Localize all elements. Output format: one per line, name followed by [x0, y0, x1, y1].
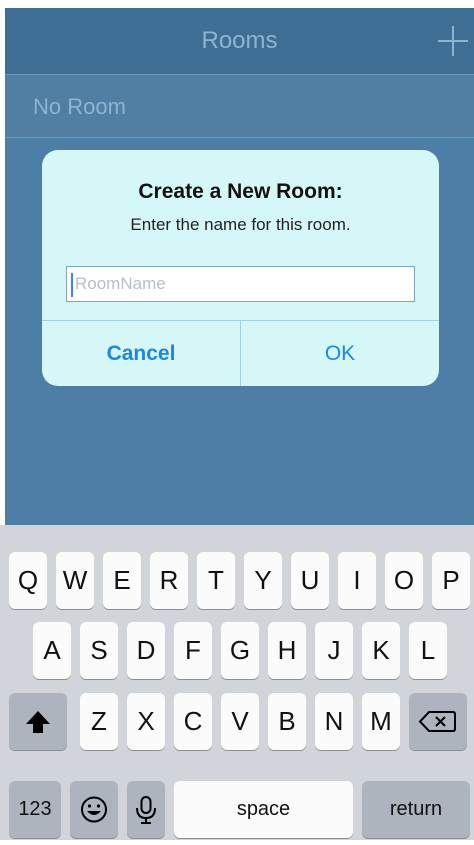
- key-h[interactable]: H: [268, 622, 306, 679]
- key-label: Q: [17, 565, 39, 595]
- key-label: F: [185, 635, 201, 665]
- key-i[interactable]: I: [338, 552, 376, 609]
- key-label: H: [277, 635, 297, 665]
- key-label: O: [393, 565, 415, 595]
- on-screen-keyboard: Q W E R T Y U I O P A S D F G H J K L Z …: [0, 525, 474, 840]
- ok-button[interactable]: OK: [241, 321, 439, 386]
- microphone-icon: [136, 796, 156, 824]
- navigation-bar: Rooms: [5, 8, 474, 74]
- key-label: G: [229, 635, 251, 665]
- dialog-message: Enter the name for this room.: [130, 215, 351, 234]
- key-label: T: [208, 565, 224, 595]
- key-c[interactable]: C: [174, 693, 212, 750]
- key-label: X: [137, 706, 155, 736]
- return-key[interactable]: return: [362, 781, 470, 838]
- emoji-icon: [81, 796, 107, 823]
- key-label: A: [43, 635, 61, 665]
- key-label: K: [372, 635, 390, 665]
- page-title: Rooms: [201, 27, 278, 54]
- delete-key[interactable]: [409, 693, 467, 750]
- list-item[interactable]: No Room: [5, 74, 474, 138]
- key-g[interactable]: G: [221, 622, 259, 679]
- key-label: P: [442, 565, 460, 595]
- key-n[interactable]: N: [315, 693, 353, 750]
- key-u[interactable]: U: [291, 552, 329, 609]
- key-label: E: [113, 565, 131, 595]
- key-label: L: [420, 635, 436, 665]
- key-t[interactable]: T: [197, 552, 235, 609]
- key-label: V: [231, 706, 249, 736]
- key-x[interactable]: X: [127, 693, 165, 750]
- key-label: I: [353, 565, 361, 595]
- shift-key[interactable]: [9, 693, 67, 750]
- key-y[interactable]: Y: [244, 552, 282, 609]
- key-label: space: [236, 798, 291, 820]
- key-label: C: [183, 706, 203, 736]
- key-label: 123: [18, 798, 52, 820]
- key-b[interactable]: B: [268, 693, 306, 750]
- key-label: S: [90, 635, 108, 665]
- key-label: W: [62, 565, 88, 595]
- add-room-button[interactable]: [438, 26, 468, 56]
- create-room-dialog: Create a New Room: Enter the name for th…: [42, 150, 439, 386]
- key-label: Z: [91, 706, 107, 736]
- emoji-key[interactable]: [70, 781, 118, 838]
- key-label: Y: [254, 565, 272, 595]
- space-key[interactable]: space: [174, 781, 353, 838]
- shift-icon: [26, 711, 50, 733]
- key-label: M: [370, 706, 392, 736]
- key-k[interactable]: K: [362, 622, 400, 679]
- key-label: R: [159, 565, 179, 595]
- key-label: B: [278, 706, 296, 736]
- key-p[interactable]: P: [432, 552, 470, 609]
- key-a[interactable]: A: [33, 622, 71, 679]
- key-v[interactable]: V: [221, 693, 259, 750]
- text-cursor: [71, 273, 73, 297]
- key-d[interactable]: D: [127, 622, 165, 679]
- key-label: J: [327, 635, 341, 665]
- key-s[interactable]: S: [80, 622, 118, 679]
- numbers-key[interactable]: 123: [9, 781, 61, 838]
- key-q[interactable]: Q: [9, 552, 47, 609]
- key-label: return: [389, 798, 443, 820]
- key-f[interactable]: F: [174, 622, 212, 679]
- dialog-title: Create a New Room:: [138, 180, 343, 203]
- room-name-input[interactable]: [66, 266, 415, 302]
- key-label: N: [324, 706, 344, 736]
- key-l[interactable]: L: [409, 622, 447, 679]
- key-z[interactable]: Z: [80, 693, 118, 750]
- key-w[interactable]: W: [56, 552, 94, 609]
- key-m[interactable]: M: [362, 693, 400, 750]
- key-o[interactable]: O: [385, 552, 423, 609]
- key-r[interactable]: R: [150, 552, 188, 609]
- delete-icon: [418, 711, 456, 732]
- cancel-button[interactable]: Cancel: [42, 321, 240, 386]
- key-j[interactable]: J: [315, 622, 353, 679]
- key-label: U: [300, 565, 320, 595]
- key-e[interactable]: E: [103, 552, 141, 609]
- list-item-label: No Room: [33, 94, 126, 119]
- key-label: D: [136, 635, 156, 665]
- microphone-key[interactable]: [127, 781, 165, 838]
